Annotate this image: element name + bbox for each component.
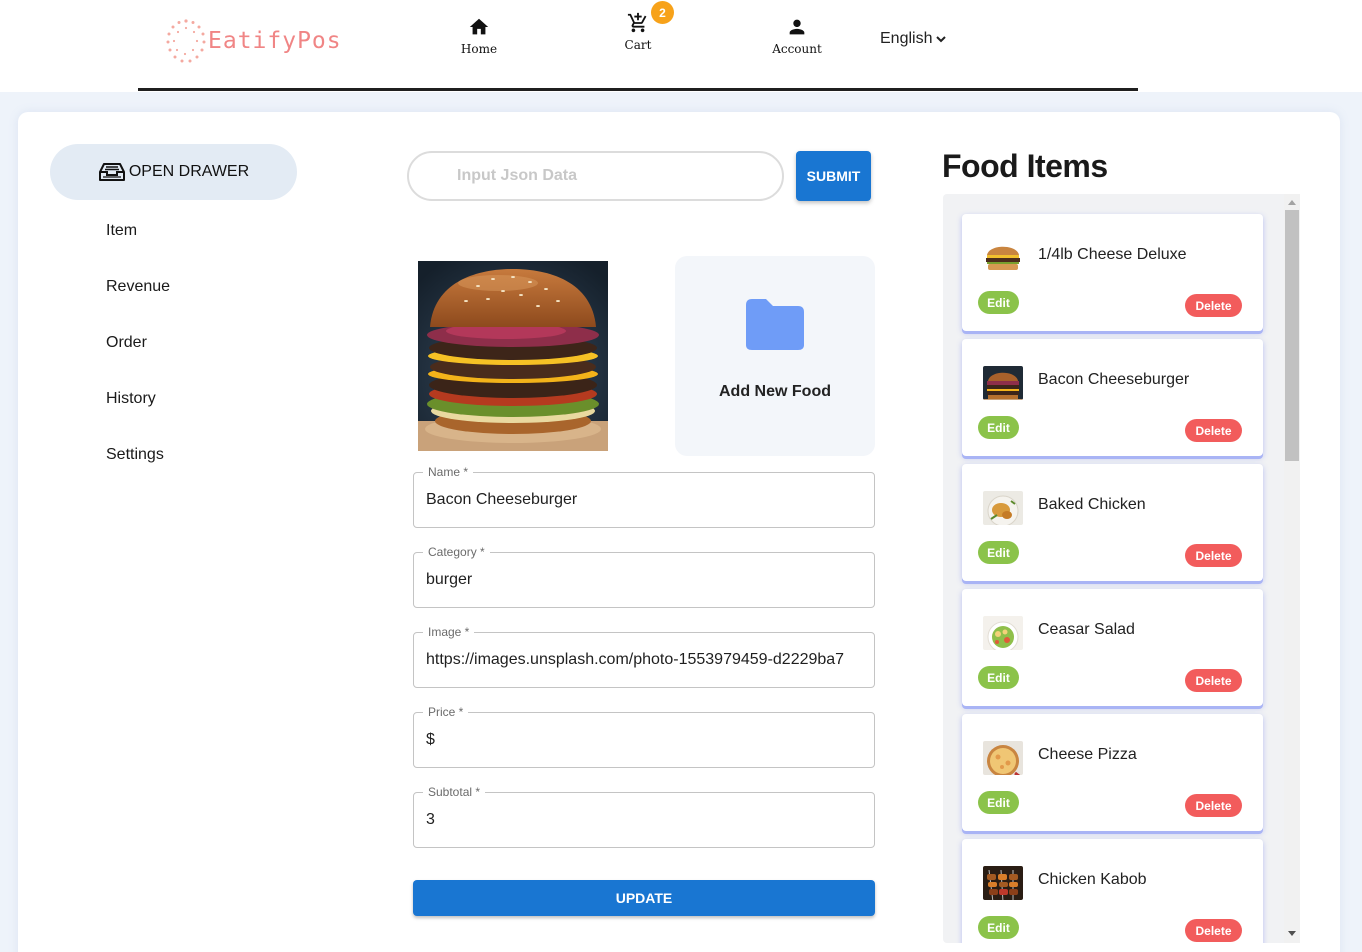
edit-button[interactable]: Edit	[978, 291, 1019, 314]
nav-account[interactable]: Account	[771, 16, 823, 56]
scroll-down-arrow-icon[interactable]	[1288, 931, 1296, 937]
language-select[interactable]: English	[880, 30, 947, 48]
food-item-name: Cheese Pizza	[1038, 746, 1137, 763]
price-field: Price *	[413, 705, 875, 768]
food-thumbnail	[983, 241, 1023, 275]
food-thumbnail	[983, 866, 1023, 900]
edit-button[interactable]: Edit	[978, 791, 1019, 814]
food-item-card[interactable]: Chicken Kabob Edit Delete	[962, 839, 1263, 943]
food-item-card[interactable]: Baked Chicken Edit Delete	[962, 464, 1263, 581]
edit-button[interactable]: Edit	[978, 666, 1019, 689]
person-icon	[789, 19, 805, 35]
delete-button[interactable]: Delete	[1185, 919, 1242, 942]
food-thumbnail	[983, 366, 1023, 400]
image-field: Image *	[413, 625, 875, 688]
add-new-food-button[interactable]: Add New Food	[675, 256, 875, 456]
language-value: English	[880, 30, 933, 47]
update-button[interactable]: UPDATE	[413, 880, 875, 916]
delete-button[interactable]: Delete	[1185, 669, 1242, 692]
sidebar-item-revenue[interactable]: Revenue	[106, 278, 170, 296]
sidebar-item-history[interactable]: History	[106, 390, 156, 408]
food-items-title: Food Items	[942, 148, 1108, 184]
name-field: Name *	[413, 465, 875, 528]
food-thumbnail	[983, 491, 1023, 525]
delete-button[interactable]: Delete	[1185, 419, 1242, 442]
food-thumbnail	[983, 741, 1023, 775]
image-url-input[interactable]	[426, 633, 866, 687]
nav-cart-label: Cart	[624, 38, 652, 52]
nav-cart[interactable]: 2 Cart	[616, 1, 674, 52]
logo-text: EatifyPos	[208, 28, 342, 54]
nav-home-label: Home	[460, 42, 498, 56]
cash-drawer-icon	[98, 163, 125, 181]
delete-button[interactable]: Delete	[1185, 294, 1242, 317]
header-divider	[138, 88, 1138, 91]
scrollbar-thumb[interactable]	[1285, 210, 1299, 461]
cart-count-badge: 2	[651, 1, 674, 24]
edit-button[interactable]: Edit	[978, 916, 1019, 939]
price-input[interactable]	[426, 713, 866, 767]
home-icon	[469, 18, 489, 35]
nav-account-label: Account	[772, 42, 822, 56]
food-item-name: Baked Chicken	[1038, 496, 1146, 513]
top-navigation-bar: EatifyPos Home 2 Cart Account English	[0, 0, 1362, 92]
food-item-name: Chicken Kabob	[1038, 871, 1147, 888]
folder-icon	[746, 299, 804, 350]
nav-home[interactable]: Home	[457, 16, 501, 56]
open-drawer-button[interactable]: OPEN DRAWER	[50, 144, 297, 200]
food-item-card[interactable]: Cheese Pizza Edit Delete	[962, 714, 1263, 831]
sidebar-item-item[interactable]: Item	[106, 222, 137, 240]
edit-button[interactable]: Edit	[978, 541, 1019, 564]
food-items-list[interactable]: 1/4lb Cheese Deluxe Edit Delete Bacon Ch…	[943, 194, 1300, 943]
add-shopping-cart-icon	[627, 12, 647, 33]
food-item-name: Ceasar Salad	[1038, 621, 1135, 638]
json-data-input[interactable]	[407, 151, 784, 201]
subtotal-field: Subtotal *	[413, 785, 875, 848]
food-item-name: 1/4lb Cheese Deluxe	[1038, 246, 1187, 263]
category-field: Category *	[413, 545, 875, 608]
edit-button[interactable]: Edit	[978, 416, 1019, 439]
sidebar-item-settings[interactable]: Settings	[106, 446, 164, 464]
delete-button[interactable]: Delete	[1185, 794, 1242, 817]
open-drawer-label: OPEN DRAWER	[128, 163, 250, 180]
food-item-card[interactable]: Ceasar Salad Edit Delete	[962, 589, 1263, 706]
submit-json-button[interactable]: SUBMIT	[796, 151, 871, 201]
scroll-up-arrow-icon[interactable]	[1288, 199, 1296, 205]
delete-button[interactable]: Delete	[1185, 544, 1242, 567]
add-new-food-label: Add New Food	[719, 383, 831, 400]
chevron-down-icon	[936, 35, 947, 42]
sidebar-item-order[interactable]: Order	[106, 334, 147, 352]
category-input[interactable]	[426, 553, 866, 607]
food-thumbnail	[983, 616, 1023, 650]
food-image-preview	[418, 261, 608, 451]
food-item-card[interactable]: 1/4lb Cheese Deluxe Edit Delete	[962, 214, 1263, 331]
food-item-card[interactable]: Bacon Cheeseburger Edit Delete	[962, 339, 1263, 456]
food-item-name: Bacon Cheeseburger	[1038, 371, 1190, 388]
name-input[interactable]	[426, 473, 866, 527]
subtotal-input[interactable]	[426, 793, 866, 847]
sunburst-logo-icon	[166, 19, 206, 63]
app-logo[interactable]: EatifyPos	[163, 16, 342, 66]
